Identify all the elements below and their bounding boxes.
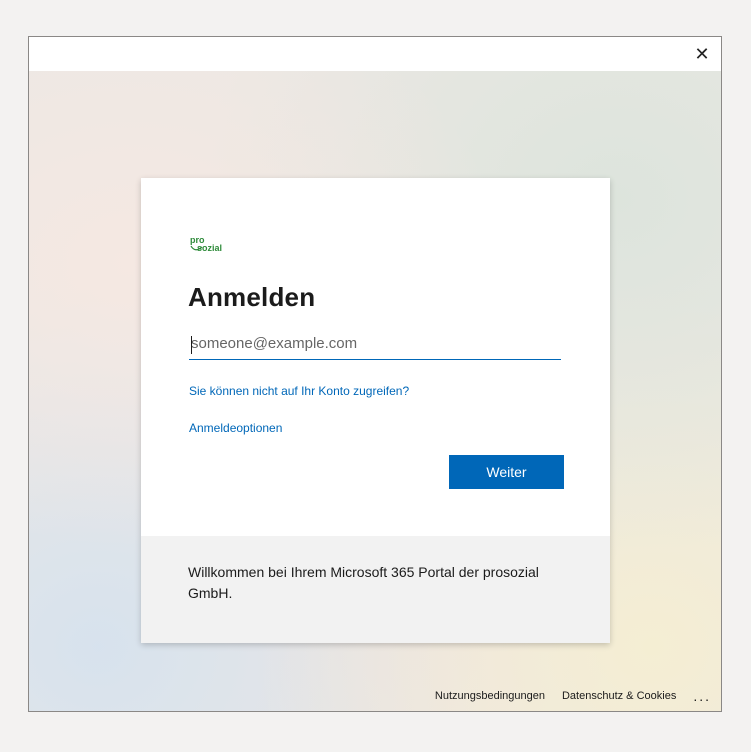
cant-access-account-link[interactable]: Sie können nicht auf Ihr Konto zugreifen… [189,384,409,398]
text-caret [191,336,192,354]
sign-in-form: pro sozial Anmelden Sie können nicht auf… [141,178,610,536]
welcome-message: Willkommen bei Ihrem Microsoft 365 Porta… [188,564,539,601]
prosozial-logo: pro sozial [190,235,222,253]
title-bar: ✕ [29,37,721,72]
privacy-cookies-link[interactable]: Datenschutz & Cookies [562,690,676,702]
terms-link[interactable]: Nutzungsbedingungen [435,690,545,702]
close-button[interactable]: ✕ [689,41,715,67]
card-footer: Willkommen bei Ihrem Microsoft 365 Porta… [141,536,610,643]
next-button[interactable]: Weiter [449,455,564,489]
login-window: ✕ pro sozial Anmelden Sie können nicht a… [28,36,722,712]
close-icon: ✕ [694,43,710,65]
page-footer: Nutzungsbedingungen Datenschutz & Cookie… [435,681,721,711]
page-title: Anmelden [188,282,316,312]
sign-in-card: pro sozial Anmelden Sie können nicht auf… [141,178,610,643]
email-field[interactable] [189,328,561,360]
more-options-icon[interactable]: ... [693,688,711,704]
sign-in-options-link[interactable]: Anmeldeoptionen [189,421,282,435]
background: pro sozial Anmelden Sie können nicht auf… [29,71,721,711]
